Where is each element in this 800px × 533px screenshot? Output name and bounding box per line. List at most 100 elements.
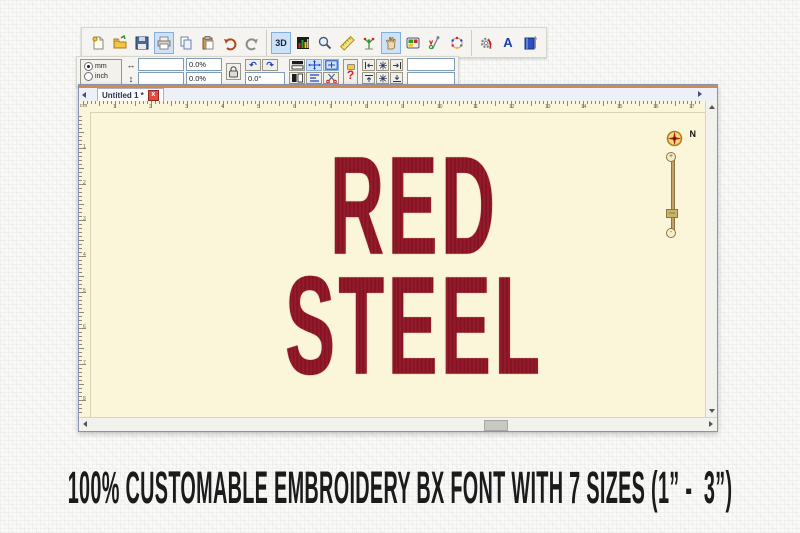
3d-view-button[interactable]: 3D (271, 31, 291, 54)
undo-button[interactable] (220, 32, 240, 54)
align-top-icon (364, 74, 373, 82)
align-center-h-button[interactable] (376, 59, 389, 71)
undo-arrow-icon (224, 37, 237, 50)
rotate-right-button[interactable]: ↷ (262, 58, 278, 71)
main-toolbar: 3D A (81, 27, 547, 58)
thread-button[interactable] (425, 32, 445, 54)
color-palette-button[interactable] (403, 32, 423, 54)
pan-hand-button[interactable] (381, 31, 401, 54)
zoom-slider-handle[interactable] (666, 209, 678, 218)
height-arrows-icon: ↕ (128, 73, 134, 84)
arrow-left-icon (83, 421, 87, 427)
design-tool-group: A (472, 30, 544, 56)
caption-row: 100% CUSTOMABLE EMBROIDERY BX FONT WITH … (0, 462, 800, 513)
radio-dot-icon (84, 62, 93, 71)
horizontal-scrollbar[interactable] (79, 417, 717, 431)
stitch-swirl-icon (451, 36, 463, 49)
tab-label: Untitled 1 * (102, 90, 144, 100)
mirror-vertical-button[interactable] (289, 59, 305, 71)
tab-bar: Untitled 1 * x (79, 88, 717, 102)
zoom-slider: + - (666, 152, 678, 238)
copy-button[interactable] (176, 32, 196, 54)
horizontal-scroll-thumb[interactable] (484, 420, 508, 431)
chevron-left-icon (82, 91, 86, 98)
save-floppy-icon (135, 36, 149, 49)
rotate-left-button[interactable]: ↶ (245, 58, 261, 71)
compass-icon[interactable] (666, 130, 683, 147)
needle-thread-icon (428, 35, 440, 49)
align-right-button[interactable] (390, 59, 403, 71)
open-button[interactable] (110, 32, 130, 54)
measure-button[interactable] (337, 32, 357, 54)
scroll-left-button[interactable] (80, 418, 90, 430)
size-fields: ↔ ↕ (126, 58, 222, 85)
width-percent-input[interactable] (186, 58, 222, 71)
paste-button[interactable] (198, 32, 218, 54)
align-left-button[interactable] (362, 59, 375, 71)
fit-hoop-button[interactable] (323, 59, 339, 71)
trim-button[interactable] (323, 72, 339, 84)
ruler-icon (339, 35, 355, 51)
print-icon (157, 36, 171, 49)
gear-icon (480, 37, 492, 49)
scissors-icon (325, 73, 337, 83)
pos-x-input[interactable] (407, 58, 455, 71)
caption-text: 100% CUSTOMABLE EMBROIDERY BX FONT WITH … (67, 462, 733, 514)
scroll-down-button[interactable] (706, 406, 717, 416)
padlock-icon (229, 65, 238, 77)
help-question-label: ? (346, 67, 355, 82)
align-top-button[interactable] (362, 72, 375, 84)
aspect-lock-button[interactable] (226, 63, 241, 80)
zoom-out-button[interactable]: - (666, 228, 676, 238)
list-lines-icon (309, 74, 319, 82)
redo-arrow-icon (245, 37, 258, 50)
tab-scroll-right-button[interactable] (695, 88, 705, 100)
center-design-button[interactable] (306, 59, 322, 71)
scroll-right-button[interactable] (706, 418, 716, 430)
align-bottom-button[interactable] (390, 72, 403, 84)
vertical-scrollbar[interactable] (705, 101, 717, 417)
density-chart-icon (297, 36, 309, 49)
save-button[interactable] (132, 32, 152, 54)
design-canvas[interactable]: RED STEEL N + - (90, 112, 706, 417)
radio-dot-icon (84, 72, 93, 81)
rotate-right-icon: ↷ (266, 59, 274, 70)
unit-mm-radio[interactable]: mm (84, 62, 121, 71)
unit-mm-label: mm (95, 63, 107, 70)
width-arrows-icon: ↔ (126, 59, 136, 70)
sequence-button[interactable] (306, 72, 322, 84)
align-center-v-button[interactable] (376, 72, 389, 84)
open-folder-icon (113, 34, 127, 48)
stitch-pattern-button[interactable] (447, 32, 467, 54)
compass-north-label: N (689, 129, 697, 139)
density-map-button[interactable] (293, 32, 313, 54)
library-button[interactable] (520, 32, 540, 54)
tab-close-button[interactable]: x (147, 89, 159, 101)
help-button[interactable]: ? (343, 58, 358, 85)
zoom-in-button[interactable]: + (666, 152, 676, 162)
copy-icon (180, 36, 192, 49)
arrows-in-box-icon (324, 60, 338, 70)
scroll-up-button[interactable] (706, 102, 717, 112)
zoom-button[interactable] (315, 32, 335, 54)
stitch-points-button[interactable] (359, 32, 379, 54)
zoom-slider-track[interactable] (671, 159, 675, 231)
properties-button[interactable] (476, 32, 496, 54)
unit-inch-label: inch (95, 73, 108, 80)
redo-button[interactable] (242, 32, 262, 54)
rotation-input[interactable] (245, 71, 285, 85)
print-button[interactable] (154, 31, 174, 54)
tab-scroll-left-button[interactable] (79, 89, 89, 101)
mirror-horizontal-button[interactable] (289, 72, 305, 84)
tab-untitled-1[interactable]: Untitled 1 * x (97, 88, 164, 101)
view-tool-group: 3D (267, 29, 472, 56)
unit-inch-radio[interactable]: inch (84, 72, 121, 81)
page-background: 3D A mm inch ↔ 0.0% ↕ 0.0% ↶ ↷ 0.0° ? Un… (0, 0, 800, 533)
width-input[interactable] (138, 58, 184, 71)
arrow-up-icon (708, 105, 715, 109)
lettering-button[interactable]: A (498, 32, 518, 54)
design-line2[interactable]: STEEL (284, 255, 544, 396)
unit-selector: mm inch (80, 58, 122, 85)
new-button[interactable] (88, 32, 108, 54)
transform-toolbar: mm inch ↔ ↕ ↶ ↷ (76, 56, 459, 87)
